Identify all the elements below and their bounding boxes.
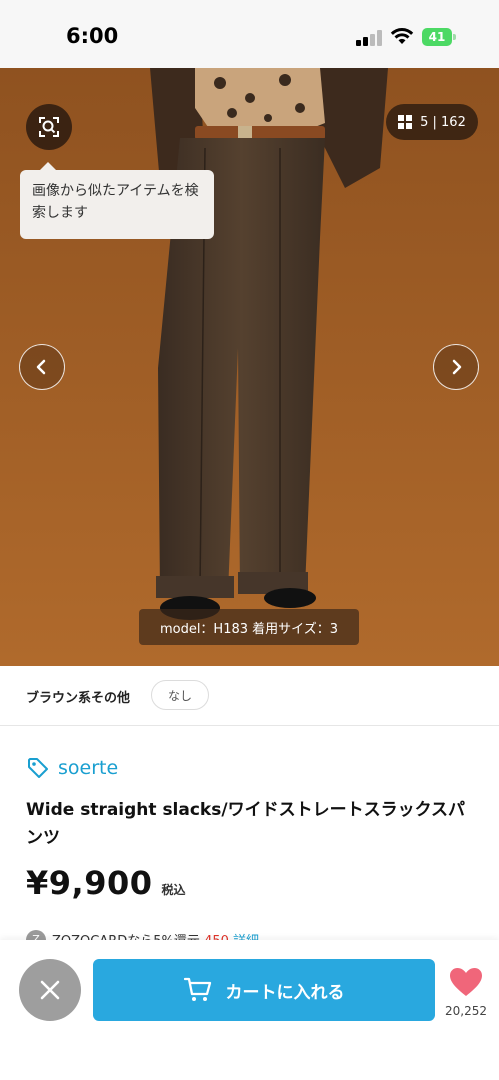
color-selector-row: ブラウン系その他 なし <box>0 666 499 726</box>
add-to-cart-button[interactable]: カートに入れる <box>93 959 435 1021</box>
color-option-chip[interactable]: なし <box>151 680 209 710</box>
brand-link[interactable]: soerte <box>26 754 118 782</box>
chevron-right-icon <box>452 359 462 375</box>
heart-icon <box>450 968 482 996</box>
brand-name: soerte <box>58 757 119 779</box>
image-search-button[interactable] <box>26 104 72 150</box>
model-size-caption: model：H183 着用サイズ：3 <box>139 609 359 645</box>
image-counter-button[interactable]: 5 | 162 <box>386 104 478 140</box>
product-photo <box>0 68 499 666</box>
status-time: 6:00 <box>66 24 119 48</box>
price-value: ¥9,900 <box>26 864 153 902</box>
next-image-button[interactable] <box>433 344 479 390</box>
price: ¥9,900 税込 <box>26 864 186 902</box>
wifi-icon <box>390 27 414 45</box>
add-to-cart-label: カートに入れる <box>225 982 345 1003</box>
close-icon <box>40 980 60 1000</box>
tag-icon <box>28 758 48 778</box>
image-counter-text: 5 | 162 <box>420 114 466 130</box>
product-image-gallery[interactable]: 画像から似たアイテムを検索します 5 | 162 model：H183 着用サイ… <box>0 68 499 666</box>
status-bar: 6:00 41 <box>0 0 499 68</box>
bottom-action-bar: カートに入れる 20,252 <box>0 940 499 1080</box>
image-search-icon <box>39 117 59 137</box>
favorite-count: 20,252 <box>445 1004 487 1018</box>
signal-icon <box>356 30 382 46</box>
tax-included-label: 税込 <box>161 883 186 897</box>
image-search-tooltip: 画像から似たアイテムを検索します <box>20 162 214 239</box>
previous-image-button[interactable] <box>19 344 65 390</box>
grid-icon <box>398 115 413 129</box>
battery-level: 41 <box>428 30 446 44</box>
product-title: Wide straight slacks/ワイドストレートスラックスパンツ <box>26 800 466 848</box>
chevron-left-icon <box>36 359 46 375</box>
battery-icon: 41 <box>422 28 456 46</box>
color-label: ブラウン系その他 <box>26 691 131 706</box>
close-button[interactable] <box>19 959 81 1021</box>
favorite-button[interactable]: 20,252 <box>442 966 490 1018</box>
cart-icon <box>183 977 211 1001</box>
